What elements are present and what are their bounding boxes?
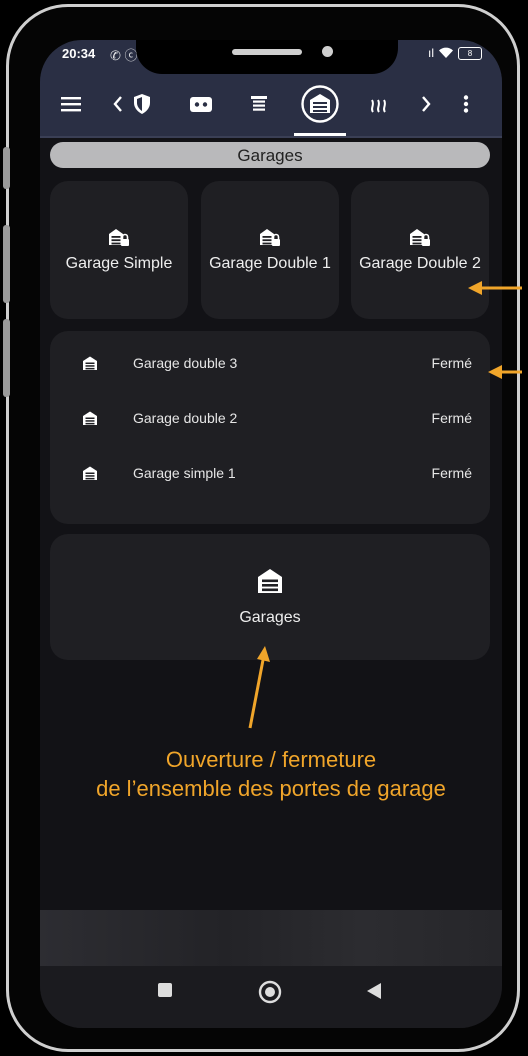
arrow-to-tile — [468, 281, 522, 295]
annotation-arrows — [248, 281, 522, 729]
arrow-to-group — [248, 646, 270, 729]
front-camera — [322, 46, 333, 57]
speaker-grille — [232, 49, 302, 55]
camera-notch — [136, 40, 398, 74]
arrow-to-state — [488, 365, 522, 379]
